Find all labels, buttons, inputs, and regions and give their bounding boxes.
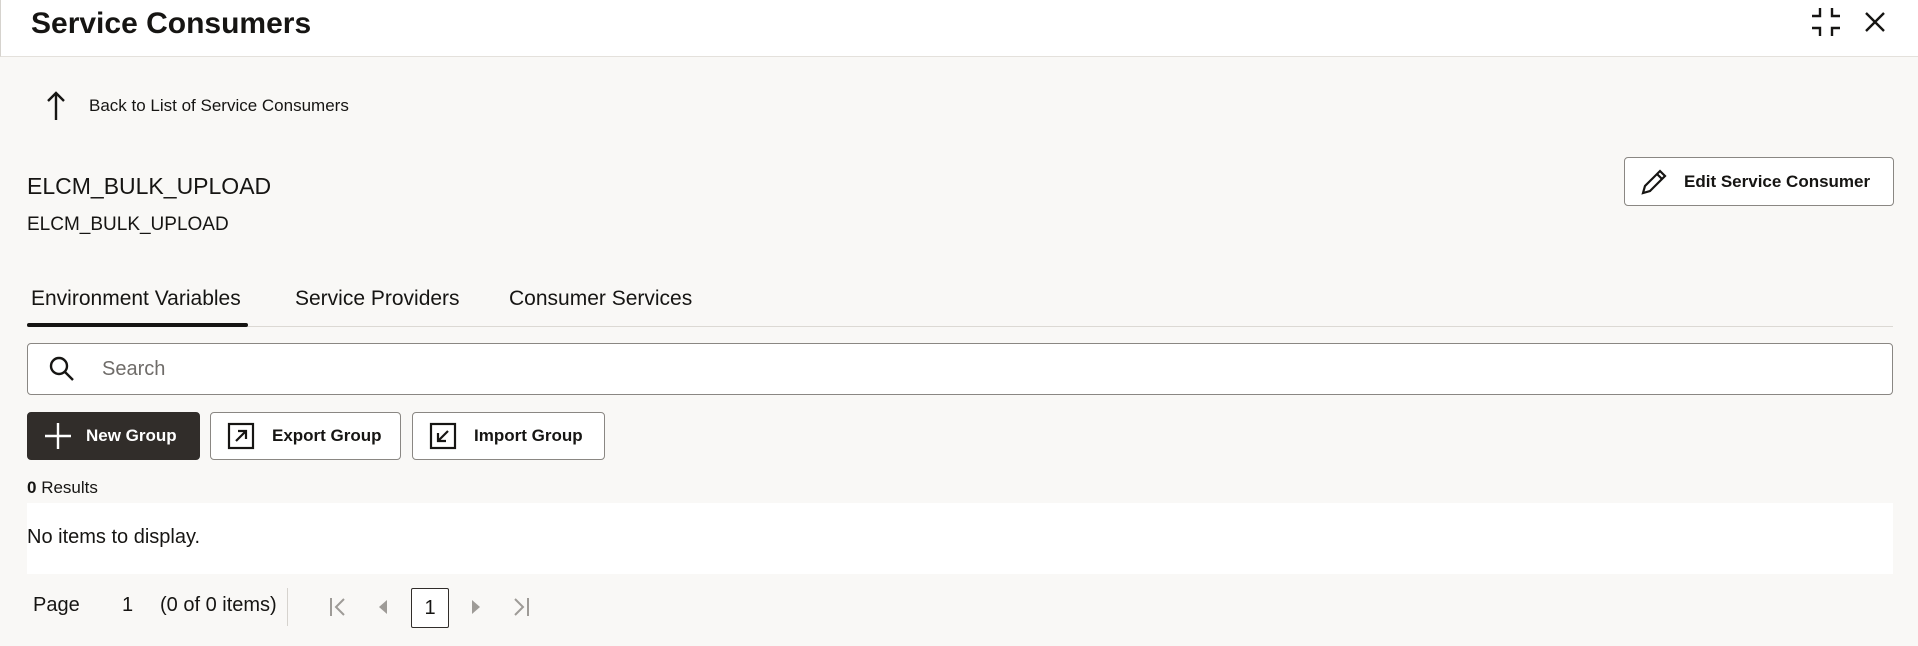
pencil-icon — [1641, 168, 1667, 195]
consumer-description: ELCM_BULK_UPLOAD — [27, 214, 229, 235]
active-tab-indicator — [27, 323, 248, 327]
back-to-list-link[interactable]: Back to List of Service Consumers — [44, 90, 349, 122]
page-button-1[interactable]: 1 — [411, 588, 449, 628]
last-page-icon[interactable] — [509, 596, 531, 618]
consumer-name: ELCM_BULK_UPLOAD — [27, 173, 272, 199]
back-link-label: Back to List of Service Consumers — [89, 96, 349, 115]
edit-button-label: Edit Service Consumer — [1684, 171, 1871, 191]
close-icon[interactable] — [1857, 4, 1893, 40]
arrow-up-icon — [47, 91, 65, 120]
import-icon — [429, 422, 457, 450]
search-field[interactable] — [27, 343, 1893, 395]
import-group-button[interactable]: Import Group — [412, 412, 605, 460]
page-header: Service Consumers — [0, 0, 1918, 57]
pagination-divider — [287, 588, 288, 626]
collapse-icon[interactable] — [1808, 4, 1844, 40]
plus-icon — [45, 423, 71, 449]
pagination-summary: (0 of 0 items) — [160, 594, 277, 616]
results-table: No items to display. — [27, 503, 1893, 574]
results-label: Results — [41, 478, 98, 497]
tab-consumer-services[interactable]: Consumer Services — [509, 286, 692, 312]
next-page-icon[interactable] — [465, 596, 487, 618]
new-group-button[interactable]: New Group — [27, 412, 200, 460]
tab-environment-variables[interactable]: Environment Variables — [31, 286, 241, 312]
first-page-icon[interactable] — [328, 596, 350, 618]
page-label: Page — [33, 594, 80, 616]
search-icon — [49, 356, 74, 381]
edit-service-consumer-button[interactable]: Edit Service Consumer — [1624, 157, 1894, 206]
results-number: 0 — [27, 478, 37, 497]
page-title: Service Consumers — [31, 7, 312, 40]
new-group-label: New Group — [86, 426, 177, 445]
results-count: 0 Results — [27, 478, 98, 498]
empty-message: No items to display. — [27, 526, 201, 548]
search-input[interactable] — [100, 356, 1800, 382]
export-group-button[interactable]: Export Group — [210, 412, 401, 460]
export-icon — [227, 422, 255, 450]
export-group-label: Export Group — [272, 426, 382, 445]
previous-page-icon[interactable] — [372, 596, 394, 618]
import-group-label: Import Group — [474, 426, 583, 445]
tab-service-providers[interactable]: Service Providers — [295, 286, 460, 312]
tab-bar: Environment Variables Service Providers … — [27, 270, 1893, 327]
current-page-number: 1 — [122, 594, 134, 616]
